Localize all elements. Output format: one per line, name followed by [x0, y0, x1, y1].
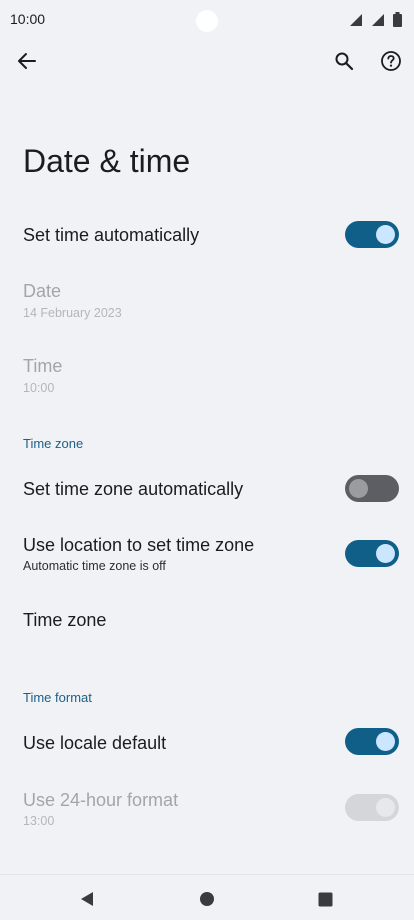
search-button[interactable] [326, 43, 362, 79]
time-zone-label: Time zone [23, 610, 107, 630]
time-value: 10:00 [23, 381, 55, 395]
set-time-automatically-label: Set time automatically [23, 225, 200, 245]
recents-square-icon [318, 892, 332, 906]
toggle-thumb [376, 225, 395, 244]
toggle-thumb [376, 732, 395, 751]
use-location-row[interactable]: Use location to set time zone Automatic … [0, 526, 414, 582]
date-row: Date 14 February 2023 [0, 270, 414, 330]
time-zone-row[interactable]: Time zone [0, 594, 414, 648]
nav-home-button[interactable] [195, 887, 219, 911]
camera-cutout [196, 10, 218, 32]
set-time-zone-automatically-row[interactable]: Set time zone automatically [0, 462, 414, 516]
nav-back-button[interactable] [75, 887, 99, 911]
set-time-automatically-row[interactable]: Set time automatically [0, 208, 414, 262]
use-24-hour-format-row: Use 24-hour format 13:00 [0, 778, 414, 838]
nav-recents-button[interactable] [313, 887, 337, 911]
use-location-label: Use location to set time zone [23, 535, 255, 555]
use-locale-default-row[interactable]: Use locale default [0, 715, 414, 769]
toggle-thumb [349, 479, 368, 498]
battery-icon [393, 12, 402, 27]
use-location-summary: Automatic time zone is off [23, 559, 166, 573]
use-24-hour-format-label: Use 24-hour format [23, 790, 179, 810]
signal-icon [350, 13, 362, 26]
help-button[interactable] [373, 43, 409, 79]
back-button[interactable] [9, 43, 45, 79]
use-24-hour-format-value: 13:00 [23, 814, 55, 828]
time-label: Time [23, 356, 63, 376]
use-24-hour-format-toggle [345, 794, 399, 821]
date-time-settings-screen: 10:00 Date & time Set time automatically… [0, 0, 414, 920]
set-time-zone-automatically-label: Set time zone automatically [23, 479, 244, 499]
date-label: Date [23, 281, 62, 301]
toggle-thumb [376, 798, 395, 817]
status-bar: 10:00 [0, 0, 414, 40]
use-location-toggle[interactable] [345, 540, 399, 567]
time-format-section-header: Time format [23, 690, 92, 705]
set-time-automatically-toggle[interactable] [345, 221, 399, 248]
search-icon [335, 52, 354, 71]
time-row: Time 10:00 [0, 345, 414, 405]
signal-icon [372, 13, 384, 26]
use-locale-default-label: Use locale default [23, 733, 167, 753]
navigation-bar [0, 874, 414, 920]
toggle-thumb [376, 544, 395, 563]
back-triangle-icon [81, 892, 93, 906]
date-value: 14 February 2023 [23, 306, 122, 320]
page-title: Date & time [23, 143, 191, 179]
use-locale-default-toggle[interactable] [345, 728, 399, 755]
back-arrow-icon [18, 53, 36, 69]
help-icon [381, 51, 401, 71]
app-bar [0, 40, 414, 84]
status-time: 10:00 [10, 11, 46, 27]
time-zone-section-header: Time zone [23, 436, 84, 451]
status-icons [349, 12, 402, 27]
home-circle-icon [200, 892, 214, 906]
set-time-zone-automatically-toggle[interactable] [345, 475, 399, 502]
